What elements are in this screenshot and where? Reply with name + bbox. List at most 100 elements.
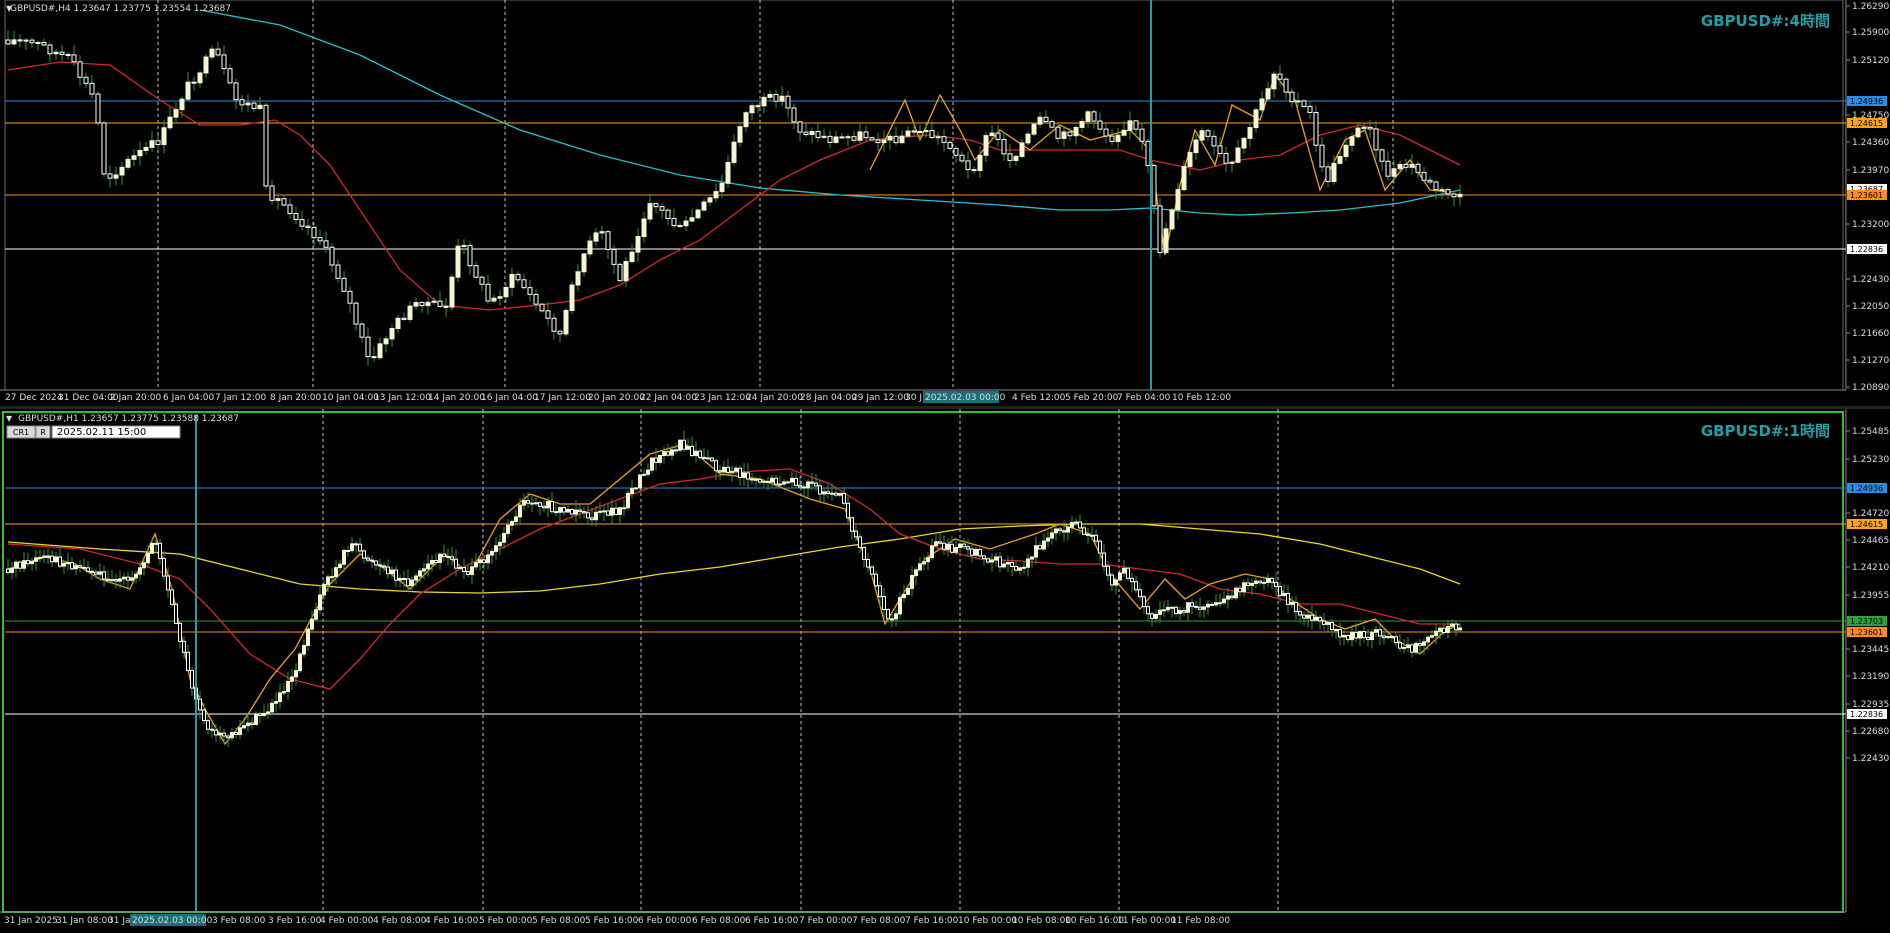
candle-body bbox=[118, 578, 122, 582]
candle-body bbox=[1445, 189, 1451, 195]
time-tick-label: 10 Feb 12:00 bbox=[1172, 393, 1231, 403]
h4-chart[interactable]: 1.262901.259001.251201.247501.243601.239… bbox=[0, 0, 1890, 406]
candle-body bbox=[778, 483, 782, 486]
candle-body bbox=[210, 728, 214, 731]
candle-body bbox=[302, 645, 306, 655]
candle-body bbox=[281, 198, 287, 206]
candle-body bbox=[455, 245, 461, 278]
candle-body bbox=[437, 300, 443, 307]
candle-body bbox=[323, 240, 329, 248]
candle-body bbox=[1062, 530, 1066, 533]
candle-body bbox=[1026, 558, 1030, 568]
candle-body bbox=[226, 735, 230, 739]
candle-body bbox=[191, 81, 197, 84]
candle-body bbox=[926, 557, 930, 563]
candle-body bbox=[671, 217, 677, 227]
time-tick-label: 6 Feb 00:00 bbox=[638, 916, 692, 926]
candle-body bbox=[134, 573, 138, 579]
price-tick-label: 1.25120 bbox=[1852, 56, 1889, 66]
candle-body bbox=[186, 651, 190, 672]
candle-body bbox=[305, 225, 311, 228]
candle-body bbox=[1403, 163, 1409, 168]
candle-body bbox=[654, 457, 658, 463]
candle-body bbox=[1289, 91, 1295, 103]
price-label: 1.24615 bbox=[1850, 520, 1883, 529]
candle-body bbox=[158, 542, 162, 560]
candle-body bbox=[1118, 572, 1122, 581]
candle-body bbox=[1326, 622, 1330, 625]
toolbar-r-button[interactable]: R bbox=[40, 428, 46, 437]
candle-body bbox=[491, 297, 497, 302]
toolbar-date-input[interactable]: 2025.02.11 15:00 bbox=[57, 427, 146, 438]
h1-chart[interactable]: 1.25485 1.25230 1.24720 1.24465 1.24210 1.239… bbox=[0, 409, 1890, 933]
candle-body bbox=[1306, 614, 1310, 619]
candle-body bbox=[1091, 111, 1097, 122]
candle-body bbox=[682, 439, 686, 450]
candle-body bbox=[626, 492, 630, 509]
price-label: 1.23601 bbox=[1850, 628, 1883, 637]
candle-body bbox=[707, 197, 713, 203]
candle-body bbox=[287, 204, 293, 214]
candle-body bbox=[850, 517, 854, 532]
candle-body bbox=[322, 583, 326, 596]
candle-body bbox=[150, 542, 154, 554]
candle-body bbox=[106, 578, 110, 581]
candle-body bbox=[18, 561, 22, 569]
candle-body bbox=[1121, 129, 1127, 136]
candle-body bbox=[155, 140, 161, 146]
candle-body bbox=[1190, 602, 1194, 607]
candle-body bbox=[413, 302, 419, 307]
toolbar[interactable]: CR1 R 2025.02.11 15:00 bbox=[6, 425, 181, 439]
collapse-icon[interactable]: ▼ bbox=[6, 4, 13, 13]
candle-body bbox=[258, 713, 262, 716]
candle-body bbox=[558, 507, 562, 513]
candle-body bbox=[1202, 606, 1206, 610]
candle-body bbox=[1030, 556, 1034, 560]
price-tick-label: 1.22050 bbox=[1852, 302, 1889, 312]
candle-body bbox=[478, 559, 482, 564]
candle-body bbox=[110, 579, 114, 582]
candle-body bbox=[298, 653, 302, 672]
candle-body bbox=[1018, 567, 1022, 571]
candle-body bbox=[1134, 581, 1138, 591]
candle-body bbox=[182, 640, 186, 653]
candle-body bbox=[1406, 644, 1410, 649]
h4-chart-pane[interactable]: 1.26290 1.25900 1.25120 1.24750 1.24360 1.239… bbox=[0, 0, 1890, 406]
candle-body bbox=[694, 450, 698, 457]
price-tick-label: 1.22430 bbox=[1852, 275, 1889, 285]
candle-body bbox=[1378, 629, 1382, 637]
candle-body bbox=[59, 51, 65, 56]
h1-header: GBPUSD#,H1 1.23657 1.23775 1.23588 1.236… bbox=[18, 414, 239, 424]
candle-body bbox=[658, 455, 662, 463]
candle-body bbox=[203, 56, 209, 74]
candle-body bbox=[414, 575, 418, 581]
candle-body bbox=[683, 220, 689, 227]
toolbar-cr-button[interactable]: CR1 bbox=[13, 428, 29, 437]
candle-body bbox=[402, 577, 406, 580]
candle-body bbox=[874, 573, 878, 587]
candle-body bbox=[438, 553, 442, 564]
candle-body bbox=[678, 439, 682, 451]
candle-body bbox=[89, 82, 95, 95]
candle-body bbox=[378, 564, 382, 567]
candle-body bbox=[743, 112, 749, 128]
price-tick-label: 1.21270 bbox=[1852, 356, 1889, 366]
candle-body bbox=[1422, 641, 1426, 646]
candle-body bbox=[938, 541, 942, 544]
candle-body bbox=[935, 136, 941, 139]
candle-body bbox=[161, 127, 167, 146]
candle-body bbox=[162, 558, 166, 577]
candle-body bbox=[26, 560, 30, 565]
candle-body bbox=[598, 510, 602, 513]
candle-body bbox=[686, 445, 690, 450]
candle-body bbox=[462, 566, 466, 573]
candle-body bbox=[581, 253, 587, 273]
collapse-icon[interactable]: ▼ bbox=[6, 414, 13, 423]
candle-body bbox=[918, 563, 922, 571]
h1-chart-pane[interactable]: 1.25485 1.25230 1.24720 1.24465 1.24210 1.239… bbox=[0, 409, 1890, 933]
h1-title: GBPUSD#:1時間 bbox=[1701, 422, 1830, 440]
candle-body bbox=[1230, 595, 1234, 599]
candle-body bbox=[318, 594, 322, 611]
candle-body bbox=[290, 676, 294, 682]
candle-body bbox=[430, 559, 434, 565]
